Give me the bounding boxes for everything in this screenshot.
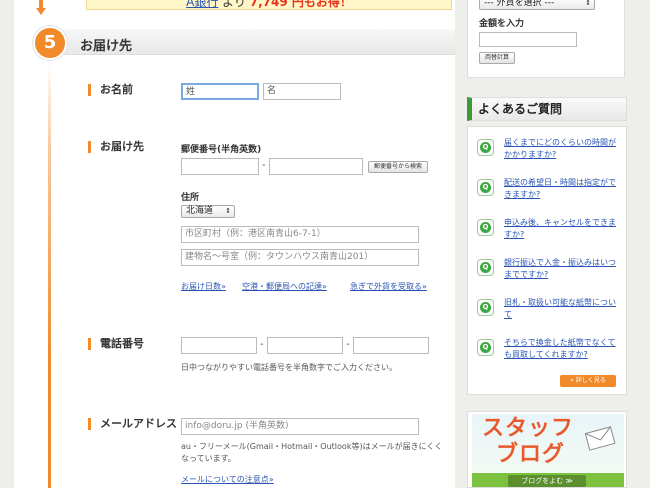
blog-image: スタッフ ブログ ブログをよむ ≫ [472, 414, 624, 487]
faq-link[interactable]: 配送の希望日・時間は指定ができますか? [504, 177, 622, 201]
postal-code-label: 郵便番号(半角英数) [181, 145, 262, 155]
envelope-icon [584, 426, 616, 451]
email-note: au・フリーメール(Gmail・Hotmail・Outlook等)はメールが届き… [181, 442, 443, 463]
page: A銀行 より 7,749 円もお得！ 5 お届け先 お名前 姓 名 お届け先 郵… [0, 0, 650, 488]
phone-dash-1: - [260, 339, 264, 350]
question-icon: Q [477, 299, 494, 316]
last-name-input[interactable]: 姓 [181, 83, 259, 100]
jusho-label: 住所 [181, 193, 200, 203]
delivery-days-link[interactable]: お届け日数» [181, 281, 226, 292]
city-input[interactable]: 市区町村（例：港区南青山6-7-1） [181, 226, 419, 243]
main-content [14, 0, 455, 488]
promo-banner: A銀行 より 7,749 円もお得！ [86, 0, 452, 10]
promo-amount: 7,749 円もお得！ [249, 0, 352, 9]
faq-link[interactable]: 銀行振込で入金・振込みはいつまでですか? [504, 257, 622, 281]
prefecture-select[interactable]: 北海道 ⇕ [181, 205, 235, 218]
phone-dash-2: - [346, 339, 350, 350]
blog-title-line2: ブログ [496, 442, 566, 467]
phone-input-1[interactable] [181, 337, 257, 354]
prefecture-value: 北海道 [186, 206, 214, 216]
question-icon: Q [477, 139, 494, 156]
name-label: お名前 [88, 84, 133, 96]
faq-link[interactable]: 申込み後、キャンセルをできますか? [504, 217, 622, 241]
email-input[interactable]: info@doru.jp (半角英数) [181, 418, 419, 435]
faq-list: Q 届くまでにどのくらいの時間がかかりますか? Q 配送の希望日・時間は指定がで… [467, 126, 627, 395]
select-arrows-icon: ⇕ [585, 0, 591, 7]
postal-code-input-2[interactable] [269, 158, 363, 175]
select-arrows-icon: ⇕ [225, 207, 231, 215]
phone-input-2[interactable] [267, 337, 343, 354]
phone-note: 日中つながりやすい電話番号を半角数字でご入力ください。 [181, 363, 397, 372]
staff-blog-banner[interactable]: スタッフ ブログ ブログをよむ ≫ [467, 411, 627, 488]
amount-input[interactable] [479, 32, 577, 47]
faq-title: よくあるご質問 [467, 97, 627, 121]
question-icon: Q [477, 219, 494, 236]
postal-dash: - [262, 160, 266, 171]
calc-button[interactable]: 両替計算 [479, 52, 515, 64]
faq-link[interactable]: 旧札・取扱い可能な紙幣について [504, 297, 622, 321]
section-title: お届け先 [80, 39, 133, 54]
currency-select-value: --- 外貨を選択 --- [484, 0, 555, 8]
promo-yori: より [222, 0, 246, 9]
amount-label: 金額を入力 [479, 19, 525, 29]
blog-title-line1: スタッフ [482, 416, 575, 441]
email-label: メールアドレス [88, 418, 177, 430]
first-name-input[interactable]: 名 [263, 83, 341, 100]
phone-input-3[interactable] [353, 337, 429, 354]
airport-delivery-link[interactable]: 空港・郵便局への記達» [242, 281, 327, 292]
question-icon: Q [477, 339, 494, 356]
phone-label: 電話番号 [88, 338, 144, 350]
faq-link[interactable]: そちらで換金した紙幣でなくても買取してくれますか? [504, 337, 622, 361]
currency-calculator: --- 外貨を選択 --- ⇕ 金額を入力 両替計算 [467, 0, 625, 78]
postal-code-input-1[interactable] [181, 158, 259, 175]
blog-read-button[interactable]: ブログをよむ ≫ [508, 475, 586, 487]
email-notice-link[interactable]: メールについての注意点» [181, 474, 274, 485]
currency-select[interactable]: --- 外貨を選択 --- ⇕ [479, 0, 595, 10]
promo-bank-link[interactable]: A銀行 [186, 0, 218, 9]
postal-search-button[interactable]: 郵便番号から検索 [368, 161, 428, 173]
arrow-down-icon [36, 0, 46, 16]
urgent-receive-link[interactable]: 急ぎで外貨を受取る» [350, 281, 427, 292]
building-input[interactable]: 建物名～号室（例：タウンハウス南青山201） [181, 249, 419, 266]
address-label: お届け先 [88, 141, 144, 153]
step-number-badge: 5 [33, 26, 67, 60]
faq-link[interactable]: 届くまでにどのくらいの時間がかかりますか? [504, 137, 622, 161]
progress-line [48, 62, 51, 488]
question-icon: Q [477, 179, 494, 196]
faq-more-button[interactable]: » 詳しく見る [560, 375, 616, 387]
question-icon: Q [477, 259, 494, 276]
